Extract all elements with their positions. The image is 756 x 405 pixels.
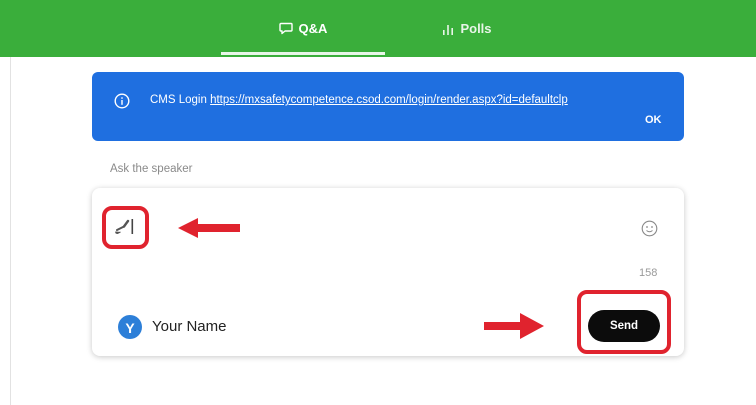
ask-speaker-label: Ask the speaker (110, 163, 193, 175)
highlight-send-button (577, 290, 671, 354)
emoji-icon[interactable] (641, 220, 658, 237)
banner-message: CMS Login https://mxsafetycompetence.cso… (150, 94, 568, 106)
tab-polls-label: Polls (460, 21, 492, 36)
tab-qa-label: Q&A (298, 21, 328, 36)
panel-left-border (10, 57, 11, 405)
highlight-format-icon (102, 206, 149, 249)
chat-bubble-icon (278, 22, 293, 35)
arrow-right-icon (484, 313, 544, 339)
info-banner: CMS Login https://mxsafetycompetence.cso… (92, 72, 684, 141)
arrow-left-icon (178, 218, 240, 238)
bar-chart-icon (443, 24, 454, 35)
active-tab-indicator (221, 52, 385, 55)
tab-qa[interactable]: Q&A (221, 0, 385, 57)
cms-login-link[interactable]: https://mxsafetycompetence.csod.com/logi… (210, 94, 568, 106)
your-name-field[interactable]: Your Name (152, 318, 227, 335)
top-tab-bar: Q&A Polls (0, 0, 756, 57)
avatar-initial: Y (125, 320, 135, 336)
tab-polls[interactable]: Polls (385, 0, 549, 57)
character-count: 158 (639, 267, 658, 279)
info-icon (114, 93, 130, 109)
ok-button[interactable]: OK (645, 114, 662, 126)
banner-prefix: CMS Login (150, 94, 211, 106)
avatar: Y (118, 315, 142, 339)
